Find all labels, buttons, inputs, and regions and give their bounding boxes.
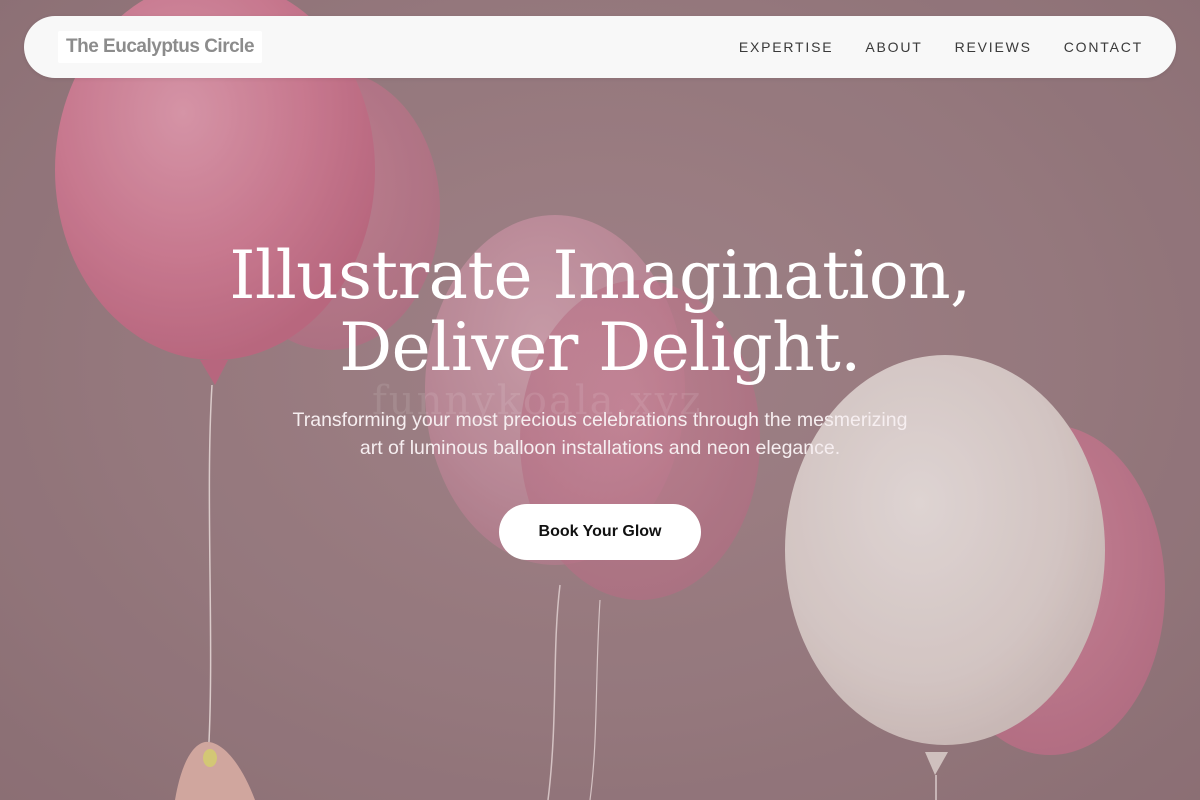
nav-link-expertise[interactable]: EXPERTISE	[739, 39, 834, 55]
hero-headline-line-1: Illustrate Imagination,	[229, 237, 971, 314]
nav-links: EXPERTISE ABOUT REVIEWS CONTACT	[739, 16, 1143, 78]
site-logo[interactable]: The Eucalyptus Circle	[58, 31, 263, 63]
book-your-glow-button[interactable]: Book Your Glow	[499, 504, 701, 560]
hero-headline-line-2: Deliver Delight.	[339, 309, 861, 386]
nav-link-reviews[interactable]: REVIEWS	[955, 39, 1032, 55]
hero-subtitle: Transforming your most precious celebrat…	[250, 406, 950, 462]
hero-section: Illustrate Imagination, Deliver Delight.…	[0, 240, 1200, 462]
navbar: The Eucalyptus Circle EXPERTISE ABOUT RE…	[24, 16, 1176, 78]
hero-subtitle-line-2: art of luminous balloon installations an…	[359, 437, 841, 459]
hero-headline: Illustrate Imagination, Deliver Delight.	[0, 240, 1200, 384]
nav-link-contact[interactable]: CONTACT	[1064, 39, 1143, 55]
hero-subtitle-line-1: Transforming your most precious celebrat…	[292, 409, 908, 431]
nav-link-about[interactable]: ABOUT	[865, 39, 922, 55]
